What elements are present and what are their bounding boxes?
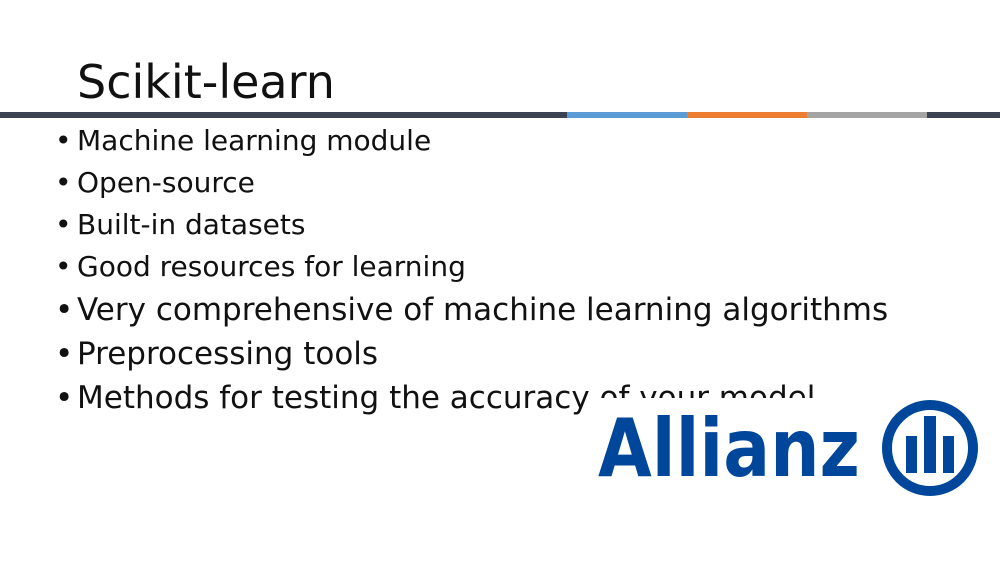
emblem-pillar-right <box>943 436 954 473</box>
bullet-text: Built-in datasets <box>77 208 306 241</box>
allianz-eagle-emblem-icon <box>882 400 978 496</box>
bullet-text: Machine learning module <box>77 124 432 157</box>
accent-segment-1 <box>0 112 567 118</box>
bullet-text: Good resources for learning <box>77 250 466 283</box>
accent-segment-2 <box>567 112 687 118</box>
bullet-item: • Open-source <box>55 162 888 204</box>
bullet-dot-icon: • <box>55 124 72 157</box>
bullet-dot-icon: • <box>55 208 72 241</box>
slide: Scikit-learn • Machine learning module •… <box>0 0 1000 562</box>
allianz-logo: Allianz <box>596 398 980 498</box>
bullet-item: • Machine learning module <box>55 120 888 162</box>
accent-segment-4 <box>807 112 927 118</box>
emblem-pillar-center <box>924 416 936 473</box>
bullet-item: • Good resources for learning <box>55 246 888 288</box>
accent-segment-5 <box>927 112 1000 118</box>
allianz-logo-svg: Allianz <box>598 400 978 496</box>
bullet-item: • Very comprehensive of machine learning… <box>55 288 888 332</box>
accent-bar <box>0 112 1000 118</box>
bullet-dot-icon: • <box>55 380 74 416</box>
bullet-text: Open-source <box>77 166 255 199</box>
bullet-text: Preprocessing tools <box>77 336 379 372</box>
slide-title: Scikit-learn <box>77 55 335 109</box>
bullet-item: • Built-in datasets <box>55 204 888 246</box>
emblem-pillar-left <box>906 436 917 473</box>
bullet-dot-icon: • <box>55 292 74 328</box>
allianz-wordmark: Allianz <box>598 402 860 495</box>
bullet-text: Very comprehensive of machine learning a… <box>77 292 889 328</box>
bullet-dot-icon: • <box>55 166 72 199</box>
accent-segment-3 <box>687 112 807 118</box>
bullet-dot-icon: • <box>55 336 74 372</box>
bullet-item: • Preprocessing tools <box>55 332 888 376</box>
bullet-list: • Machine learning module • Open-source … <box>55 120 888 420</box>
bullet-dot-icon: • <box>55 250 72 283</box>
